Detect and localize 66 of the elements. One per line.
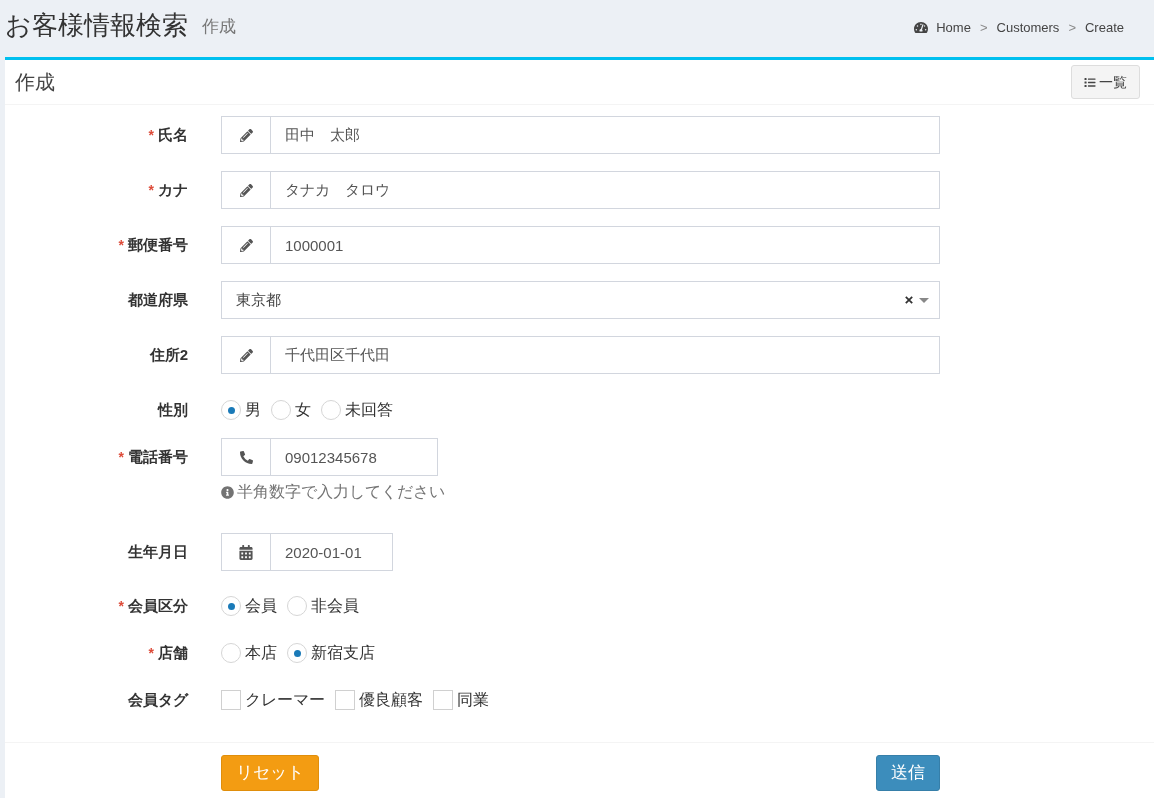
info-icon <box>221 485 234 499</box>
radio-button[interactable] <box>271 400 291 420</box>
text-input[interactable]: 2020-01-01 <box>271 533 393 571</box>
required-mark: * <box>118 447 124 467</box>
text-input[interactable]: 09012345678 <box>271 438 438 476</box>
required-mark: * <box>118 235 124 255</box>
radio-label: 非会員 <box>311 596 359 616</box>
select-field[interactable]: 東京都 <box>221 281 940 319</box>
radio-button[interactable] <box>287 643 307 663</box>
field-label: 都道府県 <box>128 289 188 310</box>
radio-button[interactable] <box>221 643 241 663</box>
list-button[interactable]: 一覧 <box>1071 65 1140 99</box>
radio-label: 会員 <box>245 596 277 616</box>
radio-label: 女 <box>295 400 311 420</box>
radio-label: 未回答 <box>345 400 393 420</box>
breadcrumb-current: Create <box>1084 18 1124 37</box>
field-label: 郵便番号 <box>128 234 188 255</box>
calendar-icon <box>239 544 253 560</box>
checkbox-label: 優良顧客 <box>359 690 423 710</box>
text-input[interactable]: 田中 太郎 <box>271 116 940 154</box>
submit-button[interactable]: 送信 <box>876 755 940 791</box>
help-text: 半角数字で入力してください <box>237 482 445 502</box>
breadcrumb-separator: > <box>1067 18 1077 37</box>
field-label: 会員タグ <box>128 689 188 710</box>
checkbox[interactable] <box>335 690 355 710</box>
dashboard-icon <box>914 21 929 34</box>
caret-icon[interactable] <box>919 297 929 303</box>
field-label: 住所2 <box>149 344 188 365</box>
pencil-icon <box>239 183 253 197</box>
breadcrumb-separator: > <box>978 18 989 37</box>
page-title: お客様情報検索 <box>5 11 188 38</box>
checkbox[interactable] <box>221 690 241 710</box>
page-subtitle: 作成 <box>202 15 236 38</box>
required-mark: * <box>118 596 124 616</box>
checkbox-label: クレーマー <box>245 690 325 710</box>
pencil-icon <box>239 348 253 362</box>
radio-label: 本店 <box>245 643 277 663</box>
text-input[interactable]: 千代田区千代田 <box>271 336 940 374</box>
required-mark: * <box>148 180 154 200</box>
breadcrumb-link[interactable]: Home <box>914 17 971 38</box>
radio-button[interactable] <box>287 596 307 616</box>
required-mark: * <box>148 643 154 663</box>
pencil-icon <box>239 128 253 142</box>
field-label: 氏名 <box>158 124 188 145</box>
radio-button[interactable] <box>321 400 341 420</box>
required-mark: * <box>148 125 154 145</box>
list-icon <box>1084 76 1096 88</box>
checkbox[interactable] <box>433 690 453 710</box>
field-label: 生年月日 <box>128 541 188 562</box>
checkbox-label: 同業 <box>457 690 489 710</box>
text-input[interactable]: タナカ タロウ <box>271 171 940 209</box>
pencil-icon <box>239 238 253 252</box>
radio-label: 男 <box>245 400 261 420</box>
text-input[interactable]: 1000001 <box>271 226 940 264</box>
radio-button[interactable] <box>221 400 241 420</box>
field-label: 会員区分 <box>128 595 188 616</box>
phone-icon <box>239 450 253 464</box>
field-label: 電話番号 <box>128 446 188 467</box>
field-label: 性別 <box>158 399 188 420</box>
breadcrumb-link[interactable]: Customers <box>996 17 1060 38</box>
panel-title: 作成 <box>15 70 55 95</box>
field-label: 店舗 <box>158 642 188 663</box>
radio-label: 新宿支店 <box>311 643 375 663</box>
clear-icon[interactable] <box>905 296 913 304</box>
field-label: カナ <box>158 179 188 200</box>
radio-button[interactable] <box>221 596 241 616</box>
